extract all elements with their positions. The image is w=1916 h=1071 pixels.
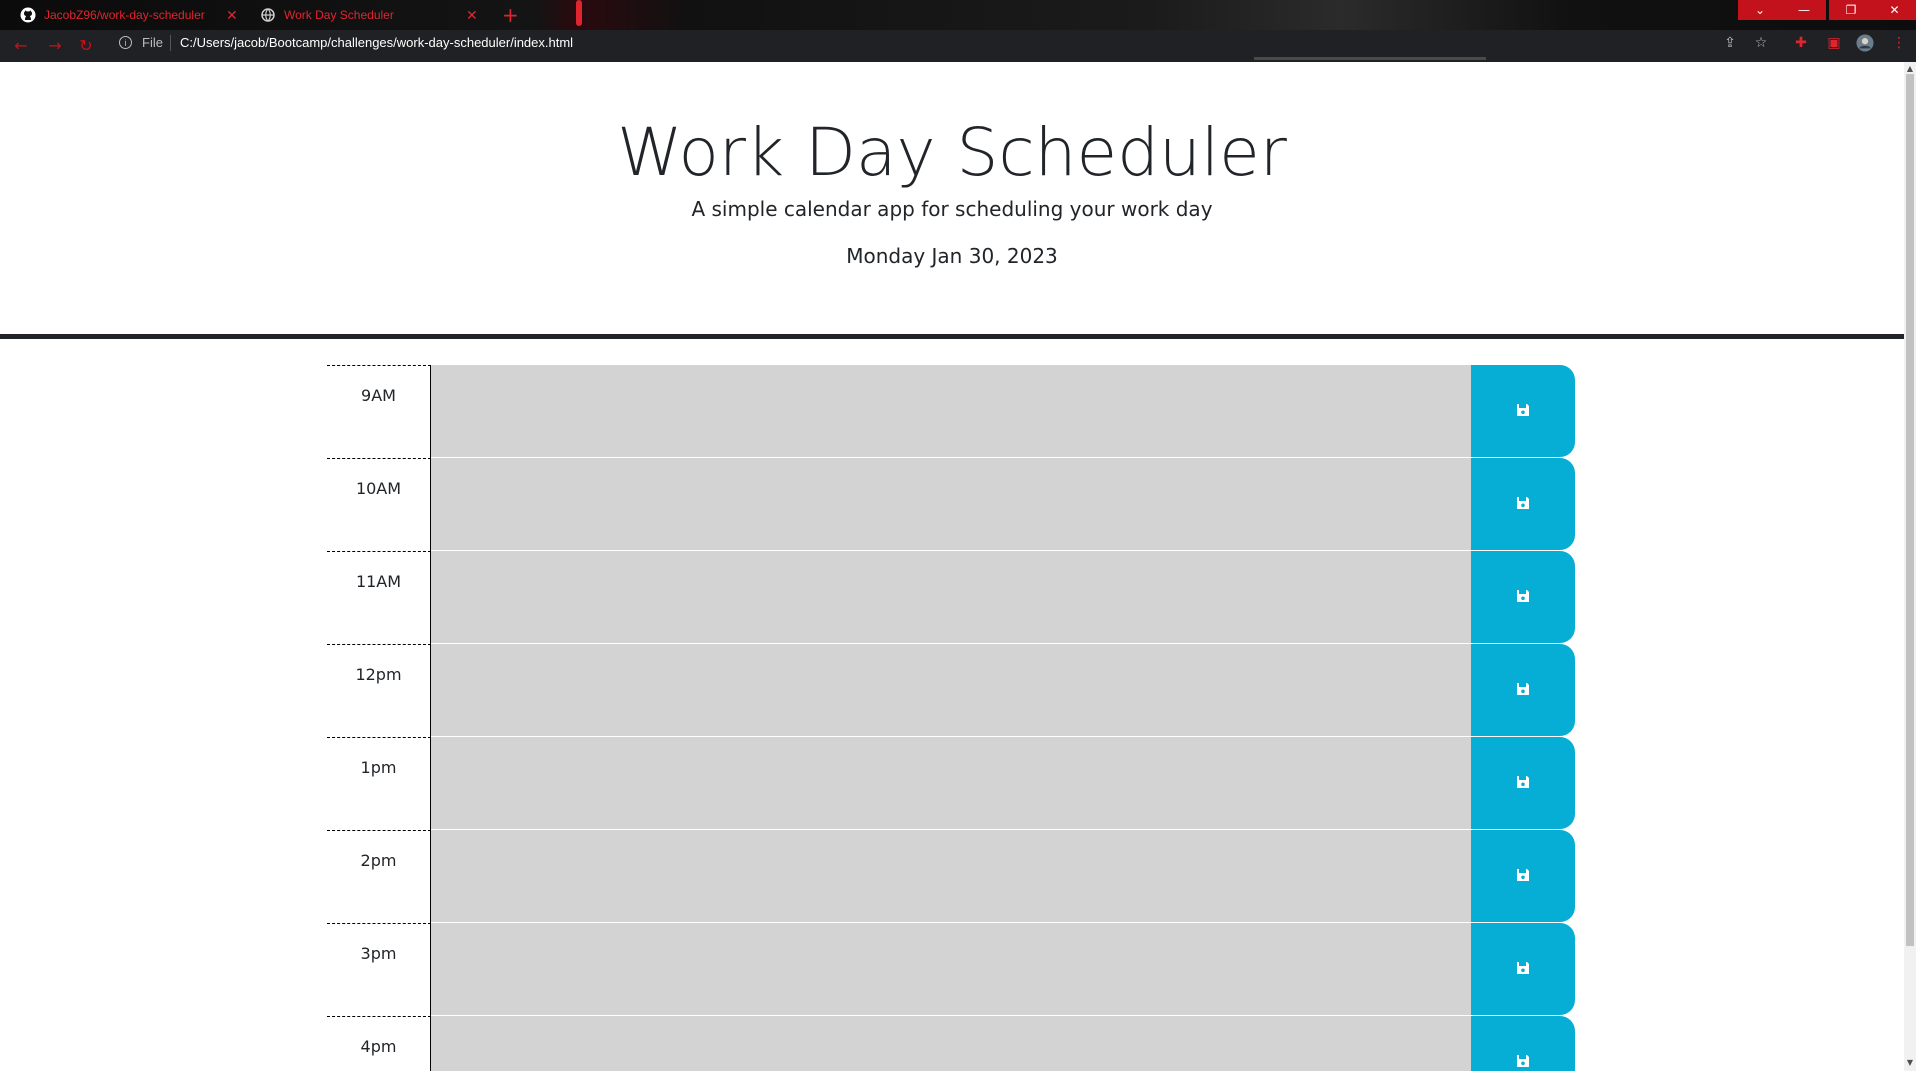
close-window-icon[interactable]: ✕ (1873, 0, 1916, 20)
save-button[interactable] (1471, 830, 1575, 922)
back-icon[interactable]: ← (10, 34, 32, 56)
hour-label: 2pm (327, 830, 431, 923)
save-button[interactable] (1471, 551, 1575, 643)
time-block-4pm: 4pm (327, 1016, 1577, 1071)
info-icon[interactable]: i (119, 36, 132, 49)
page-title: Work Day Scheduler (617, 114, 1287, 191)
page-viewport: Work Day Scheduler A simple calendar app… (0, 62, 1904, 1071)
time-block-3pm: 3pm (327, 923, 1577, 1016)
floppy-disk-icon (1516, 496, 1530, 513)
time-block-2pm: 2pm (327, 830, 1577, 923)
sidebar-icon[interactable]: ▣ (1825, 34, 1843, 52)
floppy-disk-icon (1516, 1054, 1530, 1071)
github-icon (20, 7, 36, 23)
save-button[interactable] (1471, 737, 1575, 829)
bookmark-star-icon[interactable]: ☆ (1752, 34, 1770, 52)
floppy-disk-icon (1516, 961, 1530, 978)
extensions-icon[interactable]: ✚ (1792, 34, 1810, 52)
time-block-11am: 11AM (327, 551, 1577, 644)
time-block-9am: 9AM (327, 365, 1577, 458)
schedule-container: 9AM 10AM 11AM 12pm 1pm 2pm 3pm 4pm (327, 365, 1577, 1071)
globe-icon (260, 7, 276, 23)
description-input[interactable] (431, 923, 1471, 1016)
description-input[interactable] (431, 458, 1471, 551)
url-field[interactable]: C:/Users/jacob/Bootcamp/challenges/work-… (180, 35, 573, 50)
scroll-down-icon[interactable]: ▼ (1906, 1058, 1914, 1067)
share-icon[interactable]: ⇪ (1721, 34, 1739, 52)
menu-kebab-icon[interactable]: ⋮ (1890, 34, 1908, 52)
avatar[interactable] (1856, 34, 1874, 52)
floppy-disk-icon (1516, 775, 1530, 792)
hour-label: 3pm (327, 923, 431, 1016)
scrollbar-thumb[interactable] (1906, 74, 1914, 946)
hour-label: 12pm (327, 644, 431, 737)
tab-scroll-indicator (1254, 57, 1486, 60)
reload-icon[interactable]: ↻ (75, 34, 97, 56)
time-block-10am: 10AM (327, 458, 1577, 551)
restore-icon[interactable]: ❐ (1829, 0, 1873, 20)
save-button[interactable] (1471, 365, 1575, 457)
floppy-disk-icon (1516, 403, 1530, 420)
save-button[interactable] (1471, 923, 1575, 1015)
hour-label: 10AM (327, 458, 431, 551)
description-input[interactable] (431, 365, 1471, 458)
tab-title: JacobZ96/work-day-scheduler (44, 8, 205, 22)
address-divider (170, 35, 171, 51)
decor-stripe (576, 0, 582, 26)
hour-label: 11AM (327, 551, 431, 644)
tab-github[interactable]: JacobZ96/work-day-scheduler ✕ (20, 0, 240, 30)
page-scrollbar[interactable]: ▲ ▼ (1904, 62, 1916, 1071)
hour-label: 4pm (327, 1016, 431, 1071)
time-block-1pm: 1pm (327, 737, 1577, 830)
browser-tab-strip: JacobZ96/work-day-scheduler ✕ Work Day S… (0, 0, 1916, 30)
file-label: File (142, 35, 163, 50)
page-subtitle: A simple calendar app for scheduling you… (691, 197, 1213, 221)
new-tab-button[interactable]: + (502, 3, 519, 27)
tab-work-day-scheduler[interactable]: Work Day Scheduler ✕ (260, 0, 490, 30)
tab-close-icon[interactable]: ✕ (466, 7, 478, 24)
floppy-disk-icon (1516, 589, 1530, 606)
save-button[interactable] (1471, 644, 1575, 736)
description-input[interactable] (431, 644, 1471, 737)
description-input[interactable] (431, 1016, 1471, 1071)
hour-label: 1pm (327, 737, 431, 830)
floppy-disk-icon (1516, 868, 1530, 885)
save-button[interactable] (1471, 1016, 1575, 1071)
tab-search-icon[interactable]: ⌄ (1738, 0, 1782, 20)
hour-label: 9AM (327, 365, 431, 458)
description-input[interactable] (431, 737, 1471, 830)
time-block-12pm: 12pm (327, 644, 1577, 737)
scroll-up-icon[interactable]: ▲ (1906, 64, 1914, 73)
minimize-icon[interactable]: — (1782, 0, 1826, 20)
description-input[interactable] (431, 830, 1471, 923)
tab-title: Work Day Scheduler (284, 8, 394, 22)
tab-close-icon[interactable]: ✕ (226, 7, 238, 24)
jumbotron-header: Work Day Scheduler A simple calendar app… (0, 62, 1904, 339)
description-input[interactable] (431, 551, 1471, 644)
floppy-disk-icon (1516, 682, 1530, 699)
save-button[interactable] (1471, 458, 1575, 550)
forward-icon[interactable]: → (44, 34, 66, 56)
current-day: Monday Jan 30, 2023 (846, 244, 1058, 268)
